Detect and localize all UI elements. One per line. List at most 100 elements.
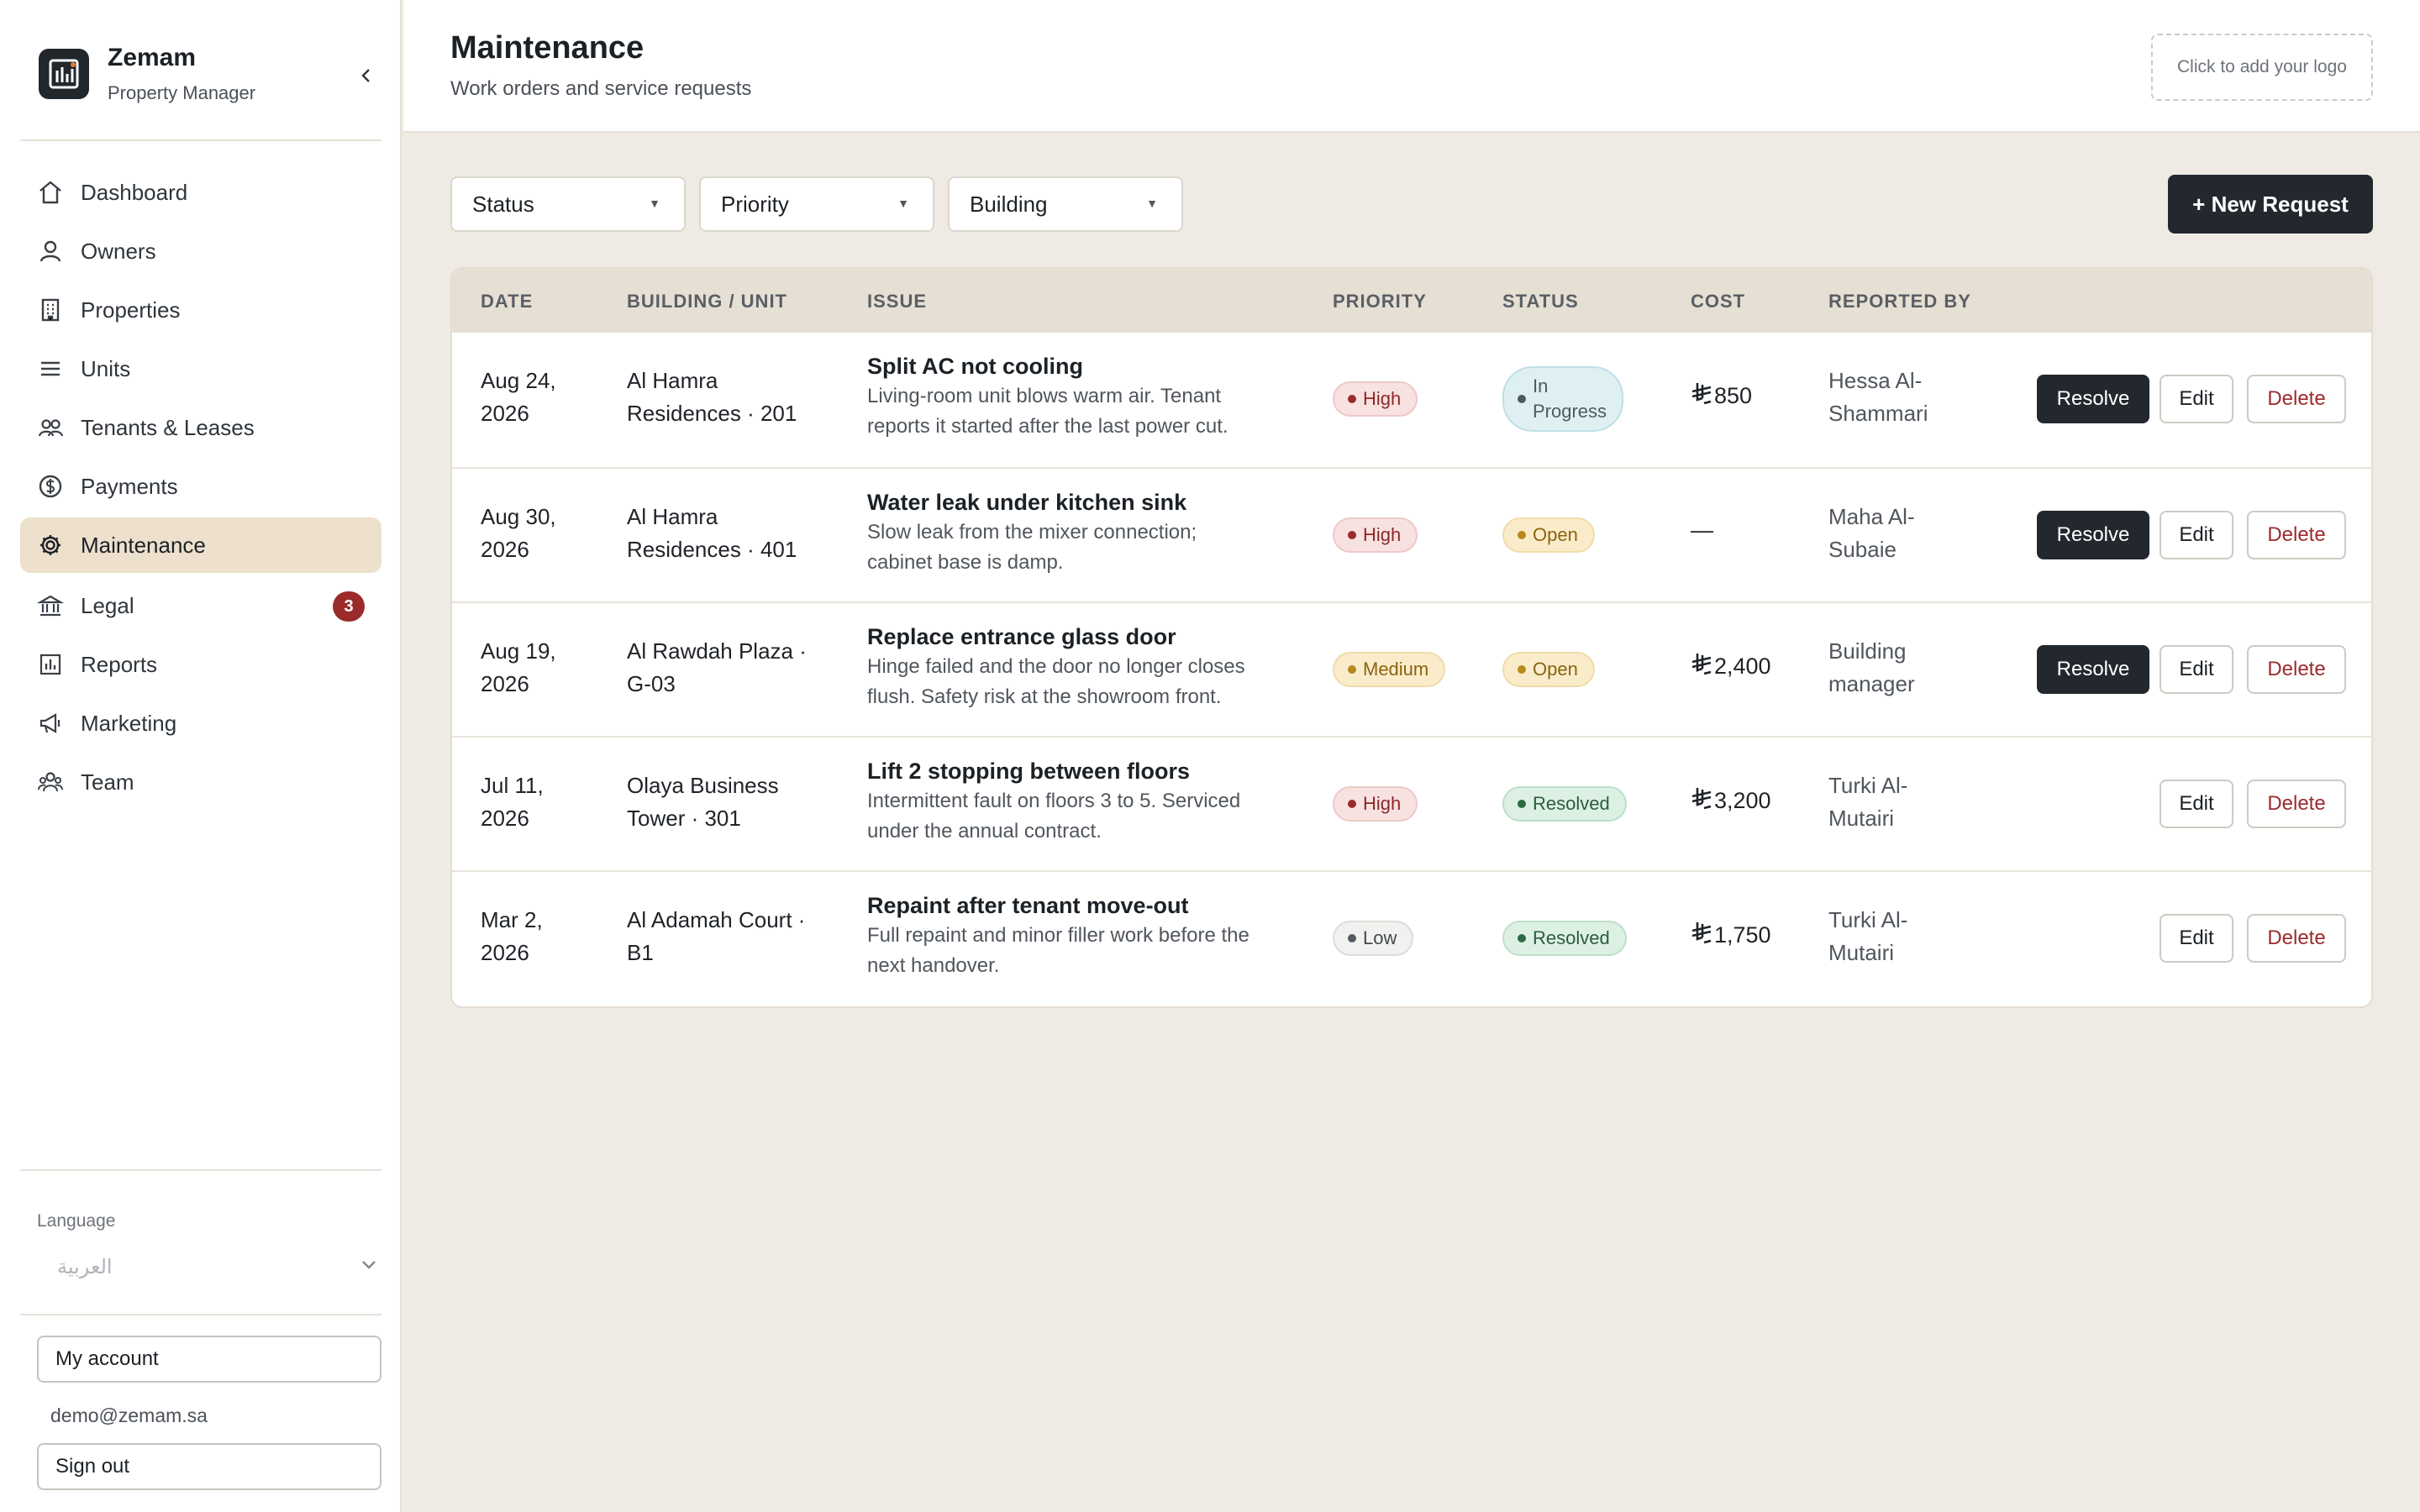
- status-label-line: Progress: [1533, 401, 1607, 422]
- sidebar-item-maintenance[interactable]: Maintenance: [20, 517, 381, 573]
- row-building-unit: Olaya Business Tower · 301: [627, 769, 779, 835]
- delete-button[interactable]: Delete: [2247, 645, 2346, 694]
- resolve-button[interactable]: Resolve: [2037, 645, 2149, 694]
- sidebar-item-legal[interactable]: Legal 3: [20, 578, 381, 633]
- delete-button[interactable]: Delete: [2247, 375, 2346, 423]
- edit-button[interactable]: Edit: [2160, 645, 2233, 694]
- sidebar-item-tenants-leases[interactable]: Tenants & Leases: [20, 400, 381, 455]
- row-date-line: Jul 11,: [481, 773, 544, 798]
- table-row: Aug 24, 2026 Al Hamra Residences · 201 Split…: [452, 333, 2371, 467]
- new-request-button[interactable]: + New Request: [2168, 175, 2373, 234]
- priority-dot-icon: [1348, 665, 1356, 674]
- page-subtitle: Work orders and service requests: [450, 77, 752, 100]
- resolve-button[interactable]: Resolve: [2037, 511, 2149, 559]
- row-cost: 2,400: [1691, 652, 1771, 681]
- priority-badge: Low: [1333, 921, 1414, 956]
- resolve-button[interactable]: Resolve: [2037, 375, 2149, 423]
- status-badge: Resolved: [1502, 786, 1627, 822]
- building-icon: [37, 297, 64, 323]
- reported-by-line: Mutairi: [1828, 806, 1895, 831]
- brand-logo-icon: [39, 49, 89, 99]
- sidebar-item-properties[interactable]: Properties: [20, 282, 381, 338]
- row-reported-by: Building manager: [1828, 635, 1915, 701]
- column-header-priority: PRIORITY: [1333, 291, 1427, 312]
- row-date-line: Aug 19,: [481, 638, 556, 664]
- row-date-line: 2026: [481, 940, 529, 965]
- status-badge: Open: [1502, 652, 1595, 687]
- sidebar-item-reports[interactable]: Reports: [20, 637, 381, 692]
- edit-button[interactable]: Edit: [2160, 780, 2233, 828]
- row-issue: Repaint after tenant move-out Full repain…: [867, 890, 1304, 981]
- delete-button[interactable]: Delete: [2247, 914, 2346, 963]
- status-label: In Progress: [1533, 374, 1607, 424]
- sidebar-divider: [20, 1169, 381, 1171]
- my-account-button[interactable]: My account: [37, 1336, 381, 1383]
- edit-button[interactable]: Edit: [2160, 375, 2233, 423]
- row-date-line: Mar 2,: [481, 907, 543, 932]
- status-badge: Open: [1502, 517, 1595, 553]
- priority-label: High: [1363, 524, 1402, 545]
- column-header-issue: ISSUE: [867, 291, 928, 312]
- table-row: Mar 2, 2026 Al Adamah Court · B1 Repaint aft…: [452, 870, 2371, 1005]
- sidebar-divider: [20, 1314, 381, 1315]
- bank-icon: [37, 592, 64, 619]
- riyal-icon: [1691, 381, 1714, 411]
- delete-button[interactable]: Delete: [2247, 511, 2346, 559]
- issue-title: Replace entrance glass door: [867, 624, 1176, 649]
- sidebar-item-marketing[interactable]: Marketing: [20, 696, 381, 751]
- status-badge: In Progress: [1502, 366, 1624, 432]
- cost-value: —: [1691, 517, 1713, 543]
- row-date-line: Aug 30,: [481, 504, 556, 529]
- sidebar-item-team[interactable]: Team: [20, 754, 381, 810]
- issue-description-line: reports it started after the last power …: [867, 415, 1228, 438]
- row-date-line: 2026: [481, 806, 529, 831]
- row-building-unit-line: Tower · 301: [627, 806, 741, 831]
- language-select[interactable]: العربية: [37, 1250, 381, 1289]
- sidebar-item-units[interactable]: Units: [20, 341, 381, 396]
- cost-value: 3,200: [1714, 788, 1771, 813]
- dollar-icon: [37, 473, 64, 500]
- edit-button[interactable]: Edit: [2160, 511, 2233, 559]
- maintenance-table: DATE BUILDING / UNIT ISSUE PRIORITY STAT…: [450, 267, 2373, 1008]
- legal-count-badge: 3: [333, 591, 365, 622]
- issue-description-line: Intermittent fault on floors 3 to 5. Ser…: [867, 790, 1241, 812]
- priority-filter[interactable]: Priority ▼: [699, 176, 934, 232]
- collapse-sidebar-button[interactable]: [350, 59, 383, 92]
- row-date: Aug 19, 2026: [481, 635, 556, 701]
- reported-by-line: Hessa Al-: [1828, 368, 1923, 393]
- issue-description-line: Living-room unit blows warm air. Tenant: [867, 385, 1222, 407]
- row-cost: 3,200: [1691, 786, 1771, 816]
- issue-description-line: Full repaint and minor filler work befor…: [867, 924, 1249, 947]
- sidebar-item-dashboard[interactable]: Dashboard: [20, 165, 381, 220]
- add-logo-button[interactable]: Click to add your logo: [2151, 34, 2373, 101]
- row-building-unit: Al Adamah Court · B1: [627, 904, 805, 969]
- status-label-line: In: [1533, 375, 1549, 396]
- column-header-building-unit: BUILDING / UNIT: [627, 291, 787, 312]
- riyal-icon: [1691, 652, 1714, 681]
- status-dot-icon: [1518, 800, 1526, 808]
- row-building-unit-line: Residences · 201: [627, 401, 797, 426]
- row-building-unit: Al Rawdah Plaza · G-03: [627, 635, 807, 701]
- user-email: demo@zemam.sa: [50, 1404, 208, 1426]
- row-reported-by: Maha Al- Subaie: [1828, 501, 1915, 566]
- sidebar-item-owners[interactable]: Owners: [20, 223, 381, 279]
- reported-by-line: Turki Al-: [1828, 773, 1908, 798]
- brand-name: Zemam: [108, 44, 197, 71]
- status-filter[interactable]: Status ▼: [450, 176, 686, 232]
- edit-button[interactable]: Edit: [2160, 914, 2233, 963]
- caret-down-icon: ▼: [1146, 197, 1158, 210]
- row-cost: —: [1691, 517, 1713, 543]
- delete-button[interactable]: Delete: [2247, 780, 2346, 828]
- row-date-line: 2026: [481, 537, 529, 562]
- issue-description-line: Slow leak from the mixer connection;: [867, 521, 1197, 543]
- priority-badge: High: [1333, 786, 1418, 822]
- status-badge: Resolved: [1502, 921, 1627, 956]
- row-date-line: 2026: [481, 671, 529, 696]
- row-building-unit-line: Al Hamra: [627, 368, 718, 393]
- chevron-down-icon: [360, 1255, 378, 1279]
- priority-label: Medium: [1363, 659, 1429, 680]
- building-filter[interactable]: Building ▼: [948, 176, 1183, 232]
- status-label-line: Open: [1533, 659, 1578, 680]
- sidebar-item-payments[interactable]: Payments: [20, 459, 381, 514]
- sign-out-button[interactable]: Sign out: [37, 1443, 381, 1490]
